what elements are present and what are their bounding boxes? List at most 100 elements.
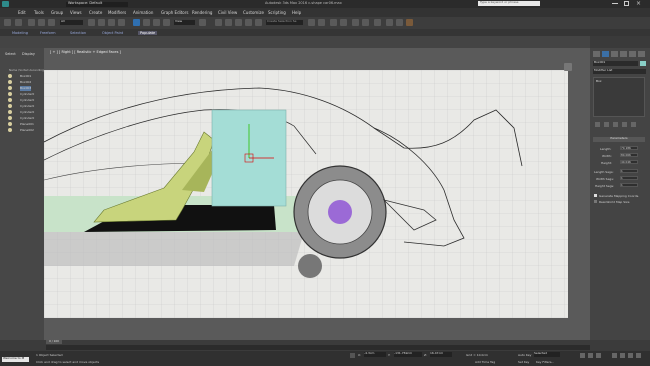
display-tab-icon[interactable] xyxy=(629,51,636,57)
edit-named-selection-icon[interactable] xyxy=(255,19,262,26)
select-by-name-icon[interactable] xyxy=(98,19,105,26)
select-and-move-icon[interactable] xyxy=(133,19,140,26)
explorer-column-header[interactable]: Name (Sorted Ascending) xyxy=(9,69,45,72)
hierarchy-tab-icon[interactable] xyxy=(611,51,618,57)
x-coordinate-field[interactable]: -4.3cm xyxy=(364,352,386,357)
tab-selection[interactable]: Selection xyxy=(70,31,86,35)
select-and-rotate-icon[interactable] xyxy=(143,19,150,26)
make-unique-icon[interactable] xyxy=(613,122,618,127)
param-height-segs-input[interactable]: 1 xyxy=(620,183,638,187)
visibility-icon[interactable] xyxy=(8,116,12,120)
rendered-frame-window-icon[interactable] xyxy=(396,19,403,26)
schematic-view-icon[interactable] xyxy=(362,19,369,26)
pan-icon[interactable] xyxy=(620,353,625,358)
maximize-viewport-icon[interactable] xyxy=(636,353,641,358)
spinner-snap-icon[interactable] xyxy=(245,19,252,26)
visibility-icon[interactable] xyxy=(8,128,12,132)
list-item[interactable]: Cylinder0 xyxy=(20,104,34,109)
list-item[interactable]: Plane001 xyxy=(20,122,34,127)
configure-modifier-sets-icon[interactable] xyxy=(631,122,636,127)
graphite-toolbar-icon[interactable] xyxy=(340,19,347,26)
named-selection-field[interactable]: Create Selection Se xyxy=(266,20,303,25)
percent-snap-icon[interactable] xyxy=(235,19,242,26)
viewport-label[interactable]: [ + ] [ Right ] [ Realistic + Edged Face… xyxy=(50,50,121,55)
menu-views[interactable]: Views xyxy=(70,10,82,15)
param-length-segs-input[interactable]: 1 xyxy=(620,169,638,173)
unlink-icon[interactable] xyxy=(38,19,45,26)
next-frame-icon[interactable] xyxy=(588,353,593,358)
workspace-dropdown[interactable]: Workspace: Default xyxy=(66,1,128,7)
app-logo-icon[interactable] xyxy=(2,1,9,7)
generate-mapping-checkbox[interactable] xyxy=(594,194,597,197)
param-length-input[interactable]: 70.186 xyxy=(620,146,638,150)
z-coordinate-field[interactable]: 16.47cm xyxy=(430,352,452,357)
tab-freeform[interactable]: Freeform xyxy=(40,31,56,35)
viewport-scrollbar[interactable] xyxy=(568,70,590,318)
menu-rendering[interactable]: Rendering xyxy=(192,10,212,15)
select-object-icon[interactable] xyxy=(88,19,95,26)
play-icon[interactable] xyxy=(580,353,585,358)
set-key-button[interactable]: Set Key xyxy=(518,360,529,364)
tab-display[interactable]: Display xyxy=(22,52,35,57)
modifier-list-dropdown[interactable]: Modifier List xyxy=(593,69,646,74)
menu-group[interactable]: Group xyxy=(51,10,63,15)
menu-customize[interactable]: Customize xyxy=(243,10,264,15)
timeline[interactable]: 0 / 100 xyxy=(0,340,650,351)
tab-populate[interactable]: Populate xyxy=(138,31,158,35)
pivot-center-icon[interactable] xyxy=(199,19,206,26)
menu-graph-editors[interactable]: Graph Editors xyxy=(161,10,188,15)
list-item[interactable]: Cylinder0 xyxy=(20,110,34,115)
y-coordinate-field[interactable]: -131.769cm xyxy=(394,352,422,357)
visibility-icon[interactable] xyxy=(8,74,12,78)
window-crossing-icon[interactable] xyxy=(118,19,125,26)
menu-civil-view[interactable]: Civil View xyxy=(218,10,237,15)
snaps-toggle-icon[interactable] xyxy=(215,19,222,26)
visibility-icon[interactable] xyxy=(8,98,12,102)
show-end-result-icon[interactable] xyxy=(604,122,609,127)
menu-tools[interactable]: Tools xyxy=(34,10,44,15)
tab-object-paint[interactable]: Object Paint xyxy=(102,31,123,35)
close-icon[interactable]: × xyxy=(636,0,641,7)
list-item[interactable]: Cylinder0 xyxy=(20,116,34,121)
maxscript-listener[interactable]: Welcome to M xyxy=(2,357,29,362)
menu-animation[interactable]: Animation xyxy=(133,10,153,15)
timeline-ruler[interactable] xyxy=(46,345,590,350)
visibility-icon[interactable] xyxy=(8,92,12,96)
key-filters-button[interactable]: Key Filters... xyxy=(536,360,554,364)
maximize-icon[interactable] xyxy=(624,1,629,6)
menu-create[interactable]: Create xyxy=(89,10,102,15)
render-setup-icon[interactable] xyxy=(386,19,393,26)
list-item[interactable]: Box001 xyxy=(20,74,31,79)
remove-modifier-icon[interactable] xyxy=(622,122,627,127)
render-production-icon[interactable] xyxy=(406,19,413,26)
motion-tab-icon[interactable] xyxy=(620,51,627,57)
auto-key-button[interactable]: Auto Key xyxy=(518,353,531,357)
visibility-icon[interactable] xyxy=(8,122,12,126)
layer-explorer-icon[interactable] xyxy=(330,19,337,26)
object-name-field[interactable]: Box001 xyxy=(593,61,638,66)
reference-coordinate-dropdown[interactable]: View xyxy=(174,20,195,25)
angle-snap-icon[interactable] xyxy=(225,19,232,26)
lock-selection-icon[interactable] xyxy=(350,353,355,358)
align-icon[interactable] xyxy=(318,19,325,26)
place-icon[interactable] xyxy=(163,19,170,26)
create-tab-icon[interactable] xyxy=(593,51,600,57)
zoom-icon[interactable] xyxy=(612,353,617,358)
modifier-stack[interactable]: Box xyxy=(593,77,645,117)
link-icon[interactable] xyxy=(28,19,35,26)
rectangular-selection-icon[interactable] xyxy=(108,19,115,26)
viewport-corner-icon[interactable] xyxy=(564,63,572,71)
param-width-segs-input[interactable]: 1 xyxy=(620,176,638,180)
undo-icon[interactable] xyxy=(4,19,11,26)
visibility-icon[interactable] xyxy=(8,80,12,84)
menu-scripting[interactable]: Scripting xyxy=(268,10,286,15)
orbit-icon[interactable] xyxy=(628,353,633,358)
selection-filter-dropdown[interactable]: All xyxy=(60,20,83,25)
menu-edit[interactable]: Edit xyxy=(18,10,26,15)
curve-editor-icon[interactable] xyxy=(352,19,359,26)
list-item[interactable]: Box003 xyxy=(20,86,32,91)
menu-modifiers[interactable]: Modifiers xyxy=(108,10,126,15)
minimize-icon[interactable] xyxy=(612,3,618,4)
visibility-icon[interactable] xyxy=(8,110,12,114)
list-item[interactable]: Box002 xyxy=(20,80,31,85)
